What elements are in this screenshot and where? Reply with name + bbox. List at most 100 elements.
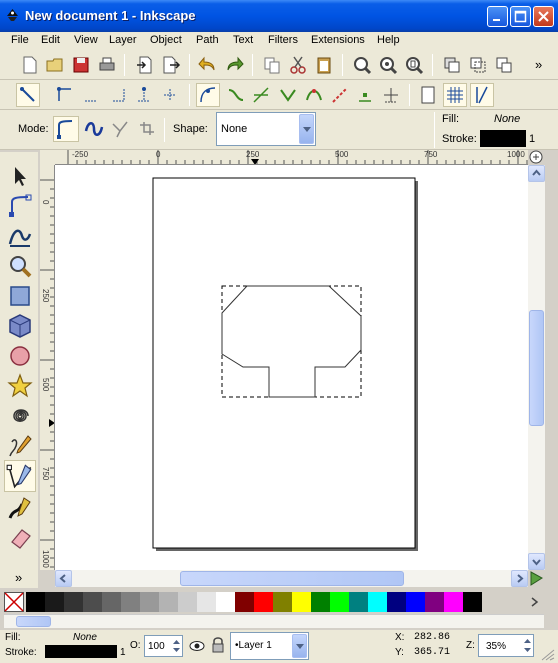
snap-grid-button[interactable] [443,83,467,107]
import-icon[interactable] [135,55,155,75]
palette-swatch[interactable] [425,592,444,612]
snap-centers-icon[interactable] [355,85,375,105]
zoom-tool-icon[interactable] [6,252,34,280]
status-stroke-swatch[interactable] [45,645,117,658]
snap-bbox-corners-icon[interactable] [108,85,128,105]
snap-bbox-edges-icon[interactable] [81,85,101,105]
menu-text[interactable]: Text [233,34,253,46]
color-manage-icon[interactable] [528,570,545,587]
scroll-up-button[interactable] [528,165,545,182]
fill-value[interactable]: None [494,113,520,125]
palette-swatch[interactable] [83,592,102,612]
horizontal-scrollbar[interactable] [55,570,528,587]
redo-icon[interactable] [224,55,244,75]
palette-swatch[interactable] [197,592,216,612]
vertical-scrollbar[interactable] [528,165,545,570]
menu-help[interactable]: Help [377,34,400,46]
horizontal-ruler[interactable]: -250 0 250 500 750 1000 [55,150,528,165]
canvas[interactable] [55,165,528,570]
palette-swatch[interactable] [349,592,368,612]
pen-tool-button[interactable] [4,460,36,492]
snap-bbox-midpoints-icon[interactable] [134,85,154,105]
save-icon[interactable] [71,55,91,75]
menu-edit[interactable]: Edit [41,34,60,46]
layer-dropdown[interactable]: •Layer 1 [230,632,309,660]
snap-nodes-button[interactable] [196,83,220,107]
palette-swatch[interactable] [121,592,140,612]
snap-guide-button[interactable] [470,83,494,107]
3d-box-tool-icon[interactable] [6,312,34,340]
eraser-tool-icon[interactable] [6,524,34,552]
spiral-tool-icon[interactable] [6,402,34,430]
menu-path[interactable]: Path [196,34,219,46]
close-button[interactable] [533,6,554,27]
palette-swatch[interactable] [102,592,121,612]
palette-swatch[interactable] [140,592,159,612]
snap-enable-button[interactable] [16,83,40,107]
vertical-scroll-thumb[interactable] [529,310,544,426]
menu-filters[interactable]: Filters [268,34,298,46]
lock-icon[interactable] [211,636,225,654]
ellipse-tool-icon[interactable] [6,342,34,370]
no-paint-swatch[interactable] [4,592,24,612]
horizontal-scroll-thumb[interactable] [180,571,404,586]
menu-file[interactable]: File [11,34,29,46]
status-fill-value[interactable]: None [73,632,97,643]
palette-swatch[interactable] [216,592,235,612]
palette-swatch[interactable] [26,592,45,612]
palette-swatch[interactable] [406,592,425,612]
snap-cusp-nodes-icon[interactable] [278,85,298,105]
status-stroke-width[interactable]: 1 [120,647,126,658]
opacity-spinbox[interactable]: 100 [144,635,183,657]
toolbar-overflow-button[interactable]: » [535,57,542,72]
open-icon[interactable] [45,55,65,75]
print-icon[interactable] [97,55,117,75]
snap-rotation-center-icon[interactable] [381,85,401,105]
palette-swatch[interactable] [273,592,292,612]
palette-swatch[interactable] [444,592,463,612]
snap-bbox-center-icon[interactable] [160,85,180,105]
unlink-clone-icon[interactable] [494,55,514,75]
export-icon[interactable] [161,55,181,75]
zoom-page-icon[interactable] [404,55,424,75]
paraxial-mode-icon[interactable] [136,119,156,139]
palette-scroll-thumb[interactable] [16,616,51,627]
copy-icon[interactable] [262,55,282,75]
snap-intersections-icon[interactable] [251,85,271,105]
palette-swatch[interactable] [235,592,254,612]
node-tool-icon[interactable] [6,192,34,220]
zoom-drawing-icon[interactable] [378,55,398,75]
resize-grip-icon[interactable] [541,649,555,661]
mode-bezier-button[interactable] [53,116,79,142]
menu-view[interactable]: View [74,34,98,46]
rectangle-tool-icon[interactable] [6,282,34,310]
palette-swatch[interactable] [311,592,330,612]
spiro-mode-icon[interactable] [84,119,104,139]
clone-icon[interactable] [468,55,488,75]
shape-dropdown[interactable]: None [216,112,316,146]
snap-page-border-icon[interactable] [418,85,438,105]
scroll-left-button[interactable] [55,570,72,587]
palette-scrollbar[interactable] [4,614,544,628]
snap-midpoints-icon[interactable] [330,85,350,105]
eye-visibility-icon[interactable] [189,638,205,654]
cut-icon[interactable] [288,55,308,75]
title-bar[interactable]: New document 1 - Inkscape [0,0,558,32]
snap-bbox-icon[interactable] [55,85,75,105]
zoom-selection-icon[interactable] [352,55,372,75]
palette-swatch[interactable] [387,592,406,612]
vertical-ruler[interactable]: 0 250 500 750 1000 [40,165,55,570]
new-document-icon[interactable] [20,55,40,75]
palette-swatch[interactable] [254,592,273,612]
maximize-button[interactable] [510,6,531,27]
duplicate-icon[interactable] [442,55,462,75]
menu-object[interactable]: Object [150,34,182,46]
snap-paths-icon[interactable] [226,85,246,105]
palette-swatch[interactable] [463,592,482,612]
palette-swatch[interactable] [159,592,178,612]
menu-extensions[interactable]: Extensions [311,34,365,46]
minimize-button[interactable] [487,6,508,27]
palette-swatch[interactable] [292,592,311,612]
paste-icon[interactable] [314,55,334,75]
pencil-tool-icon[interactable] [6,432,34,460]
